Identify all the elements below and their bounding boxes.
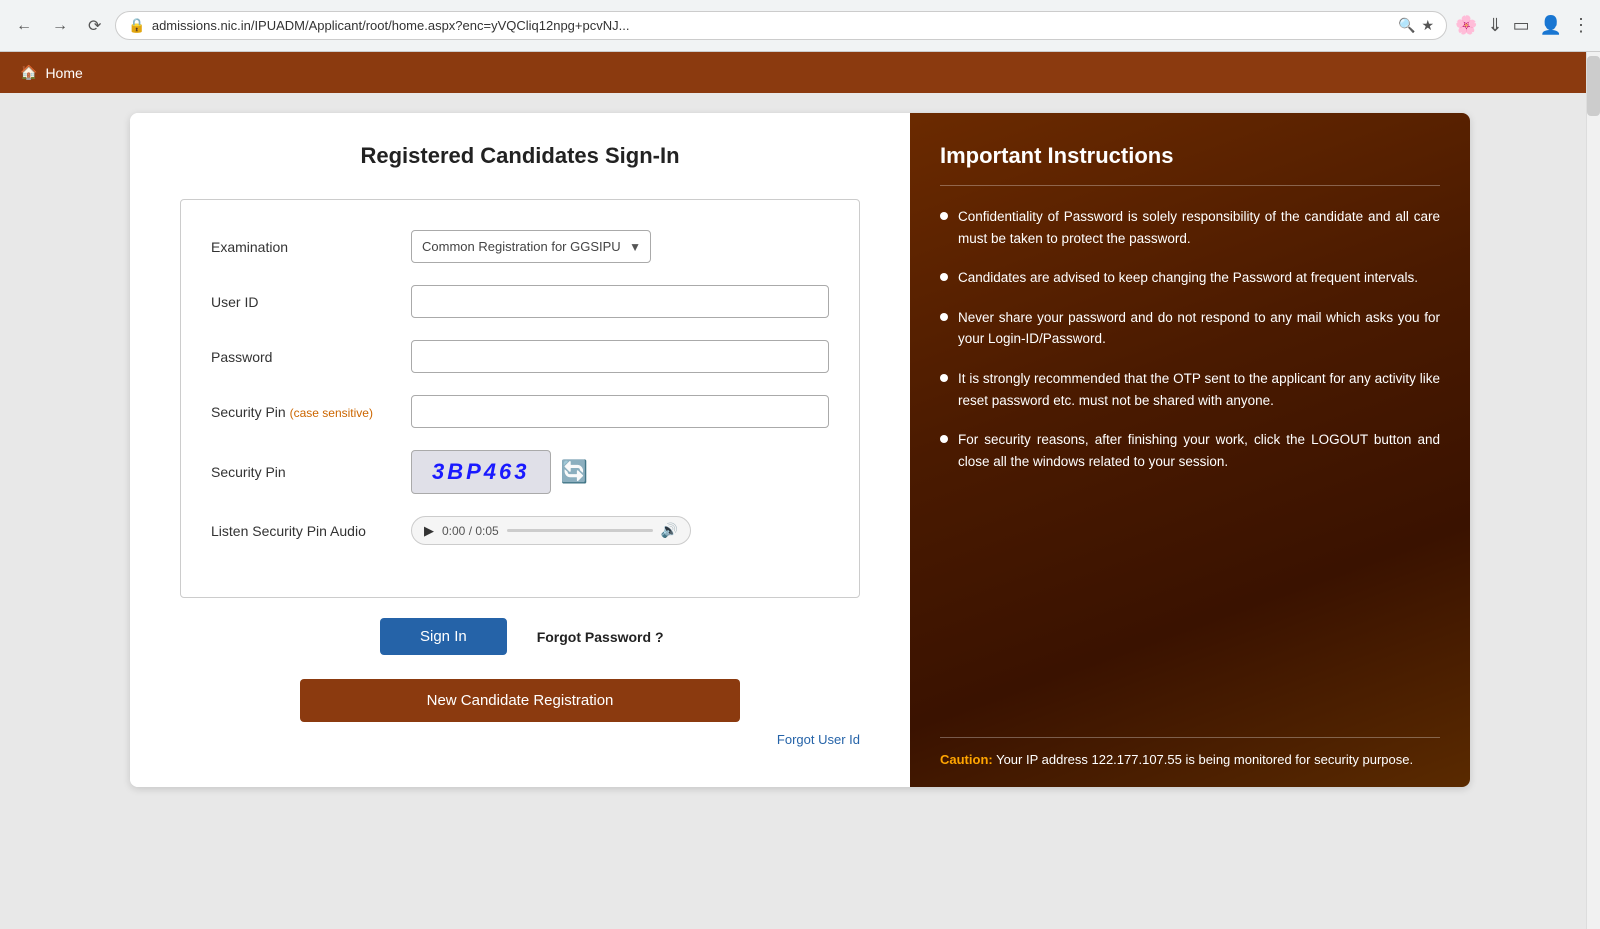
refresh-captcha-button[interactable]: 🔄	[561, 459, 588, 485]
user-id-input[interactable]	[411, 285, 829, 318]
menu-icon[interactable]: ⋮	[1572, 15, 1590, 36]
examination-control: Common Registration for GGSIPU 2024 ▼	[411, 230, 829, 263]
sign-in-button[interactable]: Sign In	[380, 618, 507, 655]
bullet-icon	[940, 273, 948, 281]
audio-row: Listen Security Pin Audio ▶ 0:00 / 0:05 …	[211, 516, 829, 545]
examination-row: Examination Common Registration for GGSI…	[211, 230, 829, 263]
play-button[interactable]: ▶	[424, 523, 434, 539]
caution-section: Caution: Your IP address 122.177.107.55 …	[940, 737, 1440, 767]
security-pin-input-row: Security Pin (case sensitive)	[211, 395, 829, 428]
new-registration-button[interactable]: New Candidate Registration	[300, 679, 740, 722]
audio-progress-bar[interactable]	[507, 529, 653, 532]
split-view-icon[interactable]: ▭	[1513, 15, 1530, 36]
caution-label: Caution:	[940, 752, 993, 767]
instructions-divider	[940, 185, 1440, 186]
instruction-list: Confidentiality of Password is solely re…	[940, 206, 1440, 727]
security-pin-input[interactable]	[411, 395, 829, 428]
bullet-icon	[940, 212, 948, 220]
bookmark-icon: ★	[1421, 17, 1434, 34]
form-inner: Examination Common Registration for GGSI…	[180, 199, 860, 598]
forgot-password-link[interactable]: Forgot Password ?	[537, 629, 664, 645]
browser-chrome: ← → ⟳ 🔒 🔍 ★ 🌸 ⇓ ▭ 👤 ⋮	[0, 0, 1600, 52]
listen-label: Listen Security Pin Audio	[211, 523, 411, 539]
reload-button[interactable]: ⟳	[82, 12, 107, 40]
scrollbar-thumb[interactable]	[1587, 56, 1600, 116]
user-id-row: User ID	[211, 285, 829, 318]
main-card: Registered Candidates Sign-In Examinatio…	[130, 113, 1470, 787]
list-item: Candidates are advised to keep changing …	[940, 267, 1440, 289]
bullet-icon	[940, 374, 948, 382]
security-pin-captcha-row: Security Pin 3BP463 🔄	[211, 450, 829, 494]
password-row: Password	[211, 340, 829, 373]
form-panel: Registered Candidates Sign-In Examinatio…	[130, 113, 910, 787]
download-icon[interactable]: ⇓	[1487, 15, 1502, 36]
volume-icon[interactable]: 🔊	[661, 522, 678, 539]
top-navigation: 🏠 Home	[0, 52, 1600, 93]
forward-button[interactable]: →	[46, 13, 74, 39]
button-row: Sign In Forgot Password ?	[380, 618, 860, 655]
examination-select[interactable]: Common Registration for GGSIPU 2024	[411, 230, 651, 263]
bullet-icon	[940, 435, 948, 443]
audio-time: 0:00 / 0:05	[442, 524, 499, 538]
extensions-icon[interactable]: 🌸	[1455, 15, 1477, 36]
scrollbar-track	[1586, 52, 1600, 929]
security-pin-captcha-label: Security Pin	[211, 464, 411, 480]
search-icon: 🔍	[1398, 17, 1415, 34]
forgot-user-id-link[interactable]: Forgot User Id	[180, 732, 860, 747]
password-control	[411, 340, 829, 373]
browser-actions: 🌸 ⇓ ▭ 👤 ⋮	[1455, 15, 1590, 36]
examination-select-wrapper: Common Registration for GGSIPU 2024 ▼	[411, 230, 651, 263]
form-title: Registered Candidates Sign-In	[180, 143, 860, 169]
instruction-text-3: Never share your password and do not res…	[958, 307, 1440, 350]
security-pin-label: Security Pin (case sensitive)	[211, 404, 411, 420]
user-id-control	[411, 285, 829, 318]
instruction-text-5: For security reasons, after finishing yo…	[958, 429, 1440, 472]
home-icon: 🏠	[20, 64, 37, 81]
password-label: Password	[211, 349, 411, 365]
instructions-panel: Important Instructions Confidentiality o…	[910, 113, 1470, 787]
list-item: Never share your password and do not res…	[940, 307, 1440, 350]
back-button[interactable]: ←	[10, 13, 38, 39]
list-item: For security reasons, after finishing yo…	[940, 429, 1440, 472]
security-icon: 🔒	[128, 17, 145, 34]
address-bar: 🔒 🔍 ★	[115, 11, 1447, 40]
audio-control: ▶ 0:00 / 0:05 🔊	[411, 516, 829, 545]
user-id-label: User ID	[211, 294, 411, 310]
caution-text: Your IP address 122.177.107.55 is being …	[993, 752, 1413, 767]
list-item: It is strongly recommended that the OTP …	[940, 368, 1440, 411]
instruction-text-2: Candidates are advised to keep changing …	[958, 267, 1418, 289]
home-nav-label[interactable]: Home	[45, 65, 82, 81]
bullet-icon	[940, 313, 948, 321]
instructions-title: Important Instructions	[940, 143, 1440, 169]
page-wrapper: Registered Candidates Sign-In Examinatio…	[0, 93, 1600, 926]
instruction-text-1: Confidentiality of Password is solely re…	[958, 206, 1440, 249]
password-input[interactable]	[411, 340, 829, 373]
case-note: (case sensitive)	[290, 406, 373, 420]
list-item: Confidentiality of Password is solely re…	[940, 206, 1440, 249]
profile-icon[interactable]: 👤	[1540, 15, 1562, 36]
captcha-area: 3BP463 🔄	[411, 450, 829, 494]
captcha-image: 3BP463	[411, 450, 551, 494]
url-input[interactable]	[152, 18, 1392, 33]
audio-player: ▶ 0:00 / 0:05 🔊	[411, 516, 691, 545]
examination-label: Examination	[211, 239, 411, 255]
instruction-text-4: It is strongly recommended that the OTP …	[958, 368, 1440, 411]
security-pin-control	[411, 395, 829, 428]
